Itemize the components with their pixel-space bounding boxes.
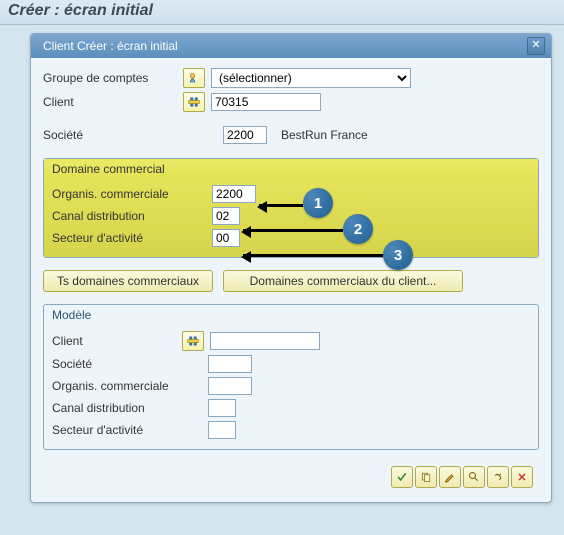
sales-org-input[interactable] (212, 185, 256, 203)
model-client-label: Client (52, 334, 182, 348)
model-sales-org-label: Organis. commerciale (52, 379, 208, 393)
client-sales-areas-label: Domaines commerciaux du client... (250, 274, 437, 288)
row-account-group: Groupe de comptes (sélectionner) (43, 68, 539, 88)
model-row-sales-org: Organis. commerciale (52, 377, 530, 395)
model-client-search-icon[interactable] (182, 331, 204, 351)
settings-button[interactable] (487, 466, 509, 488)
row-sales-org: Organis. commerciale (52, 185, 530, 203)
society-input[interactable] (223, 126, 267, 144)
display-button[interactable] (463, 466, 485, 488)
model-dist-channel-input[interactable] (208, 399, 236, 417)
group-model: Modèle Client Société Organis. co (43, 304, 539, 450)
dist-channel-input[interactable] (212, 207, 240, 225)
client-input[interactable] (211, 93, 321, 111)
close-icon[interactable]: ✕ (527, 37, 545, 55)
division-input[interactable] (212, 229, 240, 247)
society-label: Société (43, 128, 223, 142)
model-client-input[interactable] (210, 332, 320, 350)
model-sales-org-input[interactable] (208, 377, 252, 395)
page-title: Créer : écran initial (8, 2, 153, 19)
society-name: BestRun France (281, 128, 368, 142)
group-commercial: Domaine commercial Organis. commerciale … (43, 158, 539, 258)
client-sales-areas-button[interactable]: Domaines commerciaux du client... (223, 270, 463, 292)
enter-button[interactable] (391, 466, 413, 488)
model-society-label: Société (52, 357, 208, 371)
dialog-body: Groupe de comptes (sélectionner) Client … (31, 58, 551, 502)
model-society-input[interactable] (208, 355, 252, 373)
row-society: Société BestRun France (43, 126, 539, 144)
page-title-bar: Créer : écran initial (0, 0, 564, 25)
bottom-toolbar (43, 462, 539, 490)
client-search-icon[interactable] (183, 92, 205, 112)
dist-channel-label: Canal distribution (52, 209, 212, 223)
model-dist-channel-label: Canal distribution (52, 401, 208, 415)
sales-org-label: Organis. commerciale (52, 187, 212, 201)
work-area: Client Créer : écran initial ✕ Groupe de… (0, 25, 564, 511)
row-client: Client (43, 92, 539, 112)
account-group-select[interactable]: (sélectionner) (211, 68, 411, 88)
model-row-dist-channel: Canal distribution (52, 399, 530, 417)
row-division: Secteur d'activité (52, 229, 530, 247)
model-row-society: Société (52, 355, 530, 373)
dialog-title: Client Créer : écran initial (43, 39, 178, 53)
dialog-header: Client Créer : écran initial ✕ (31, 34, 551, 58)
model-division-label: Secteur d'activité (52, 423, 208, 437)
row-dist-channel: Canal distribution (52, 207, 530, 225)
model-row-division: Secteur d'activité (52, 421, 530, 439)
client-label: Client (43, 95, 183, 109)
edit-button[interactable] (439, 466, 461, 488)
copy-button[interactable] (415, 466, 437, 488)
model-division-input[interactable] (208, 421, 236, 439)
all-sales-areas-button[interactable]: Ts domaines commerciaux (43, 270, 213, 292)
model-row-client: Client (52, 331, 530, 351)
all-sales-areas-label: Ts domaines commerciaux (57, 274, 199, 288)
division-label: Secteur d'activité (52, 231, 212, 245)
commercial-buttons: Ts domaines commerciaux Domaines commerc… (43, 270, 539, 292)
dialog: Client Créer : écran initial ✕ Groupe de… (30, 33, 552, 503)
account-group-help-icon[interactable] (183, 68, 205, 88)
group-model-title: Modèle (44, 305, 538, 325)
group-commercial-title: Domaine commercial (44, 159, 538, 179)
cancel-button[interactable] (511, 466, 533, 488)
account-group-label: Groupe de comptes (43, 71, 183, 85)
